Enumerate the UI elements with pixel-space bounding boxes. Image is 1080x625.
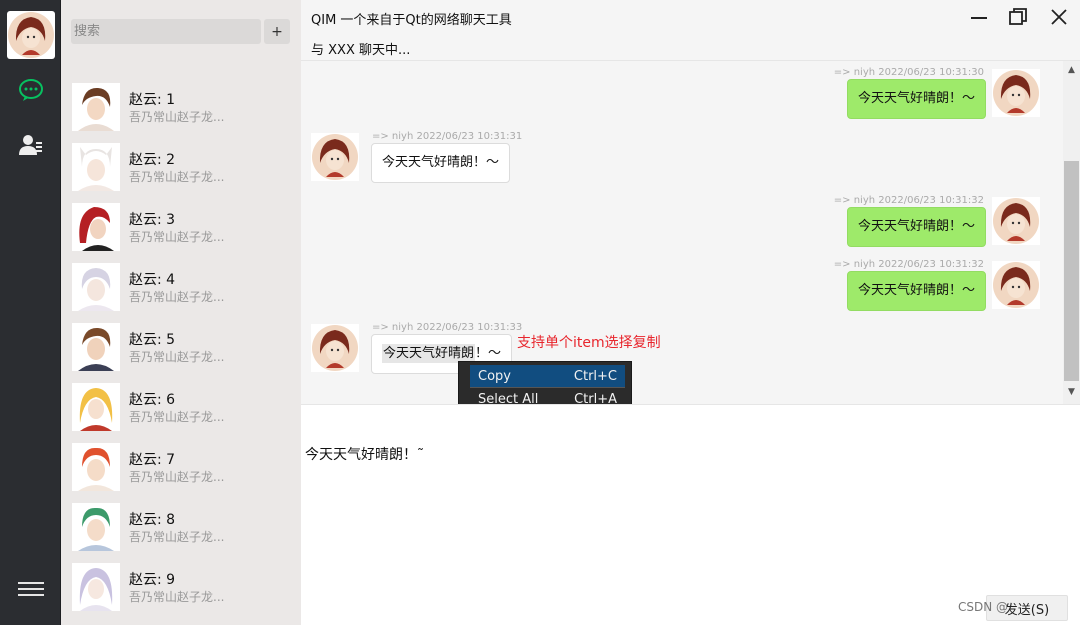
contact-name: 赵云: 2 bbox=[129, 152, 176, 168]
message-input[interactable]: 今天天气好晴朗！˜ bbox=[301, 404, 1080, 625]
message-item[interactable]: => niyh 2022/06/23 10:31:31 今天天气好晴朗！～ bbox=[301, 131, 1063, 183]
contact-name: 赵云: 1 bbox=[129, 92, 176, 108]
contact-signature: 吾乃常山赵子龙... bbox=[129, 590, 225, 604]
message-avatar bbox=[992, 69, 1040, 117]
contact-avatar bbox=[72, 203, 120, 251]
contact-item[interactable]: 赵云: 1 吾乃常山赵子龙... bbox=[61, 80, 301, 140]
message-avatar bbox=[992, 197, 1040, 245]
message-bubble[interactable]: 今天天气好晴朗！～ bbox=[846, 271, 986, 311]
message-item[interactable]: => niyh 2022/06/23 10:31:33 今天天气好晴朗！～ bbox=[301, 322, 1063, 374]
contact-signature: 吾乃常山赵子龙... bbox=[129, 530, 225, 544]
contact-item[interactable]: 赵云: 4 吾乃常山赵子龙... bbox=[61, 260, 301, 320]
contact-item[interactable]: 赵云: 6 吾乃常山赵子龙... bbox=[61, 380, 301, 440]
feature-annotation: 支持单个item选择复制 bbox=[517, 335, 661, 351]
message-meta: => niyh 2022/06/23 10:31:32 bbox=[833, 259, 984, 270]
my-avatar[interactable] bbox=[7, 11, 55, 59]
message-list[interactable]: => niyh 2022/06/23 10:31:30 今天天气好晴朗！～ =>… bbox=[301, 61, 1063, 404]
menu-item-shortcut: Ctrl+C bbox=[573, 368, 617, 384]
search-input[interactable] bbox=[71, 19, 261, 44]
message-avatar bbox=[311, 133, 359, 181]
contact-name: 赵云: 3 bbox=[129, 212, 176, 228]
contact-avatar bbox=[72, 323, 120, 371]
message-meta: => niyh 2022/06/23 10:31:30 bbox=[833, 67, 984, 78]
draft-text[interactable]: 今天天气好晴朗！˜ bbox=[305, 444, 424, 464]
scroll-up-icon[interactable]: ▲ bbox=[1063, 61, 1080, 78]
message-text: ！～ bbox=[475, 346, 502, 361]
contact-avatar bbox=[72, 563, 120, 611]
menu-item-copy[interactable]: Copy Ctrl+C bbox=[470, 365, 625, 387]
hamburger-menu-icon[interactable] bbox=[18, 578, 44, 600]
window-title: QIM 一个来自于Qt的网络聊天工具 bbox=[311, 13, 512, 28]
contact-name: 赵云: 4 bbox=[129, 272, 176, 288]
message-bubble[interactable]: 今天天气好晴朗！～ bbox=[846, 79, 986, 119]
scroll-down-icon[interactable]: ▼ bbox=[1063, 383, 1080, 400]
message-avatar bbox=[992, 261, 1040, 309]
contact-avatar bbox=[72, 83, 120, 131]
contact-signature: 吾乃常山赵子龙... bbox=[129, 230, 225, 244]
message-meta: => niyh 2022/06/23 10:31:33 bbox=[372, 322, 523, 333]
menu-item-label: Copy bbox=[478, 368, 511, 384]
contact-avatar bbox=[72, 503, 120, 551]
message-scrollbar[interactable]: ▲ ▼ bbox=[1063, 61, 1080, 404]
chat-title: 与 XXX 聊天中... bbox=[311, 43, 411, 58]
contact-list: 赵云: 1 吾乃常山赵子龙... 赵云: 2 吾乃常山赵子龙... 赵云: 3 … bbox=[61, 80, 301, 620]
contact-name: 赵云: 8 bbox=[129, 512, 176, 528]
contact-avatar bbox=[72, 143, 120, 191]
contact-signature: 吾乃常山赵子龙... bbox=[129, 470, 225, 484]
contact-avatar bbox=[72, 263, 120, 311]
contacts-icon[interactable] bbox=[16, 130, 46, 160]
message-bubble[interactable]: 今天天气好晴朗！～ bbox=[371, 143, 511, 183]
contact-name: 赵云: 6 bbox=[129, 392, 176, 408]
watermark: CSDN @ bbox=[958, 600, 1009, 614]
navigation-rail bbox=[0, 0, 61, 625]
contact-name: 赵云: 9 bbox=[129, 572, 176, 588]
message-bubble[interactable]: 今天天气好晴朗！～ bbox=[846, 207, 986, 247]
contact-list-panel: + 赵云: 1 吾乃常山赵子龙... 赵云: 2 吾乃常山赵子龙... 赵云: … bbox=[61, 0, 301, 625]
contact-item[interactable]: 赵云: 5 吾乃常山赵子龙... bbox=[61, 320, 301, 380]
contact-signature: 吾乃常山赵子龙... bbox=[129, 290, 225, 304]
message-avatar bbox=[311, 324, 359, 372]
contact-avatar bbox=[72, 383, 120, 431]
contact-item[interactable]: 赵云: 8 吾乃常山赵子龙... bbox=[61, 500, 301, 560]
contact-item[interactable]: 赵云: 7 吾乃常山赵子龙... bbox=[61, 440, 301, 500]
message-item[interactable]: => niyh 2022/06/23 10:31:30 今天天气好晴朗！～ bbox=[301, 67, 1063, 119]
message-meta: => niyh 2022/06/23 10:31:31 bbox=[372, 131, 523, 142]
contact-avatar bbox=[72, 443, 120, 491]
contact-signature: 吾乃常山赵子龙... bbox=[129, 110, 225, 124]
contact-item[interactable]: 赵云: 3 吾乃常山赵子龙... bbox=[61, 200, 301, 260]
scrollbar-thumb[interactable] bbox=[1064, 161, 1079, 381]
contact-name: 赵云: 5 bbox=[129, 332, 176, 348]
message-item[interactable]: => niyh 2022/06/23 10:31:32 今天天气好晴朗！～ bbox=[301, 195, 1063, 247]
chat-bubble-icon[interactable] bbox=[16, 75, 46, 105]
message-meta: => niyh 2022/06/23 10:31:32 bbox=[833, 195, 984, 206]
contact-signature: 吾乃常山赵子龙... bbox=[129, 350, 225, 364]
contact-item[interactable]: 赵云: 2 吾乃常山赵子龙... bbox=[61, 140, 301, 200]
contact-signature: 吾乃常山赵子龙... bbox=[129, 410, 225, 424]
search-box bbox=[71, 19, 261, 44]
contact-item[interactable]: 赵云: 9 吾乃常山赵子龙... bbox=[61, 560, 301, 620]
maximize-icon[interactable] bbox=[1006, 6, 1030, 28]
message-item[interactable]: => niyh 2022/06/23 10:31:32 今天天气好晴朗！～ bbox=[301, 259, 1063, 311]
close-icon[interactable] bbox=[1047, 6, 1071, 28]
chat-header: QIM 一个来自于Qt的网络聊天工具 与 XXX 聊天中... bbox=[301, 0, 1080, 61]
add-contact-button[interactable]: + bbox=[264, 19, 290, 44]
contact-signature: 吾乃常山赵子龙... bbox=[129, 170, 225, 184]
minimize-icon[interactable] bbox=[967, 6, 991, 28]
contact-name: 赵云: 7 bbox=[129, 452, 176, 468]
